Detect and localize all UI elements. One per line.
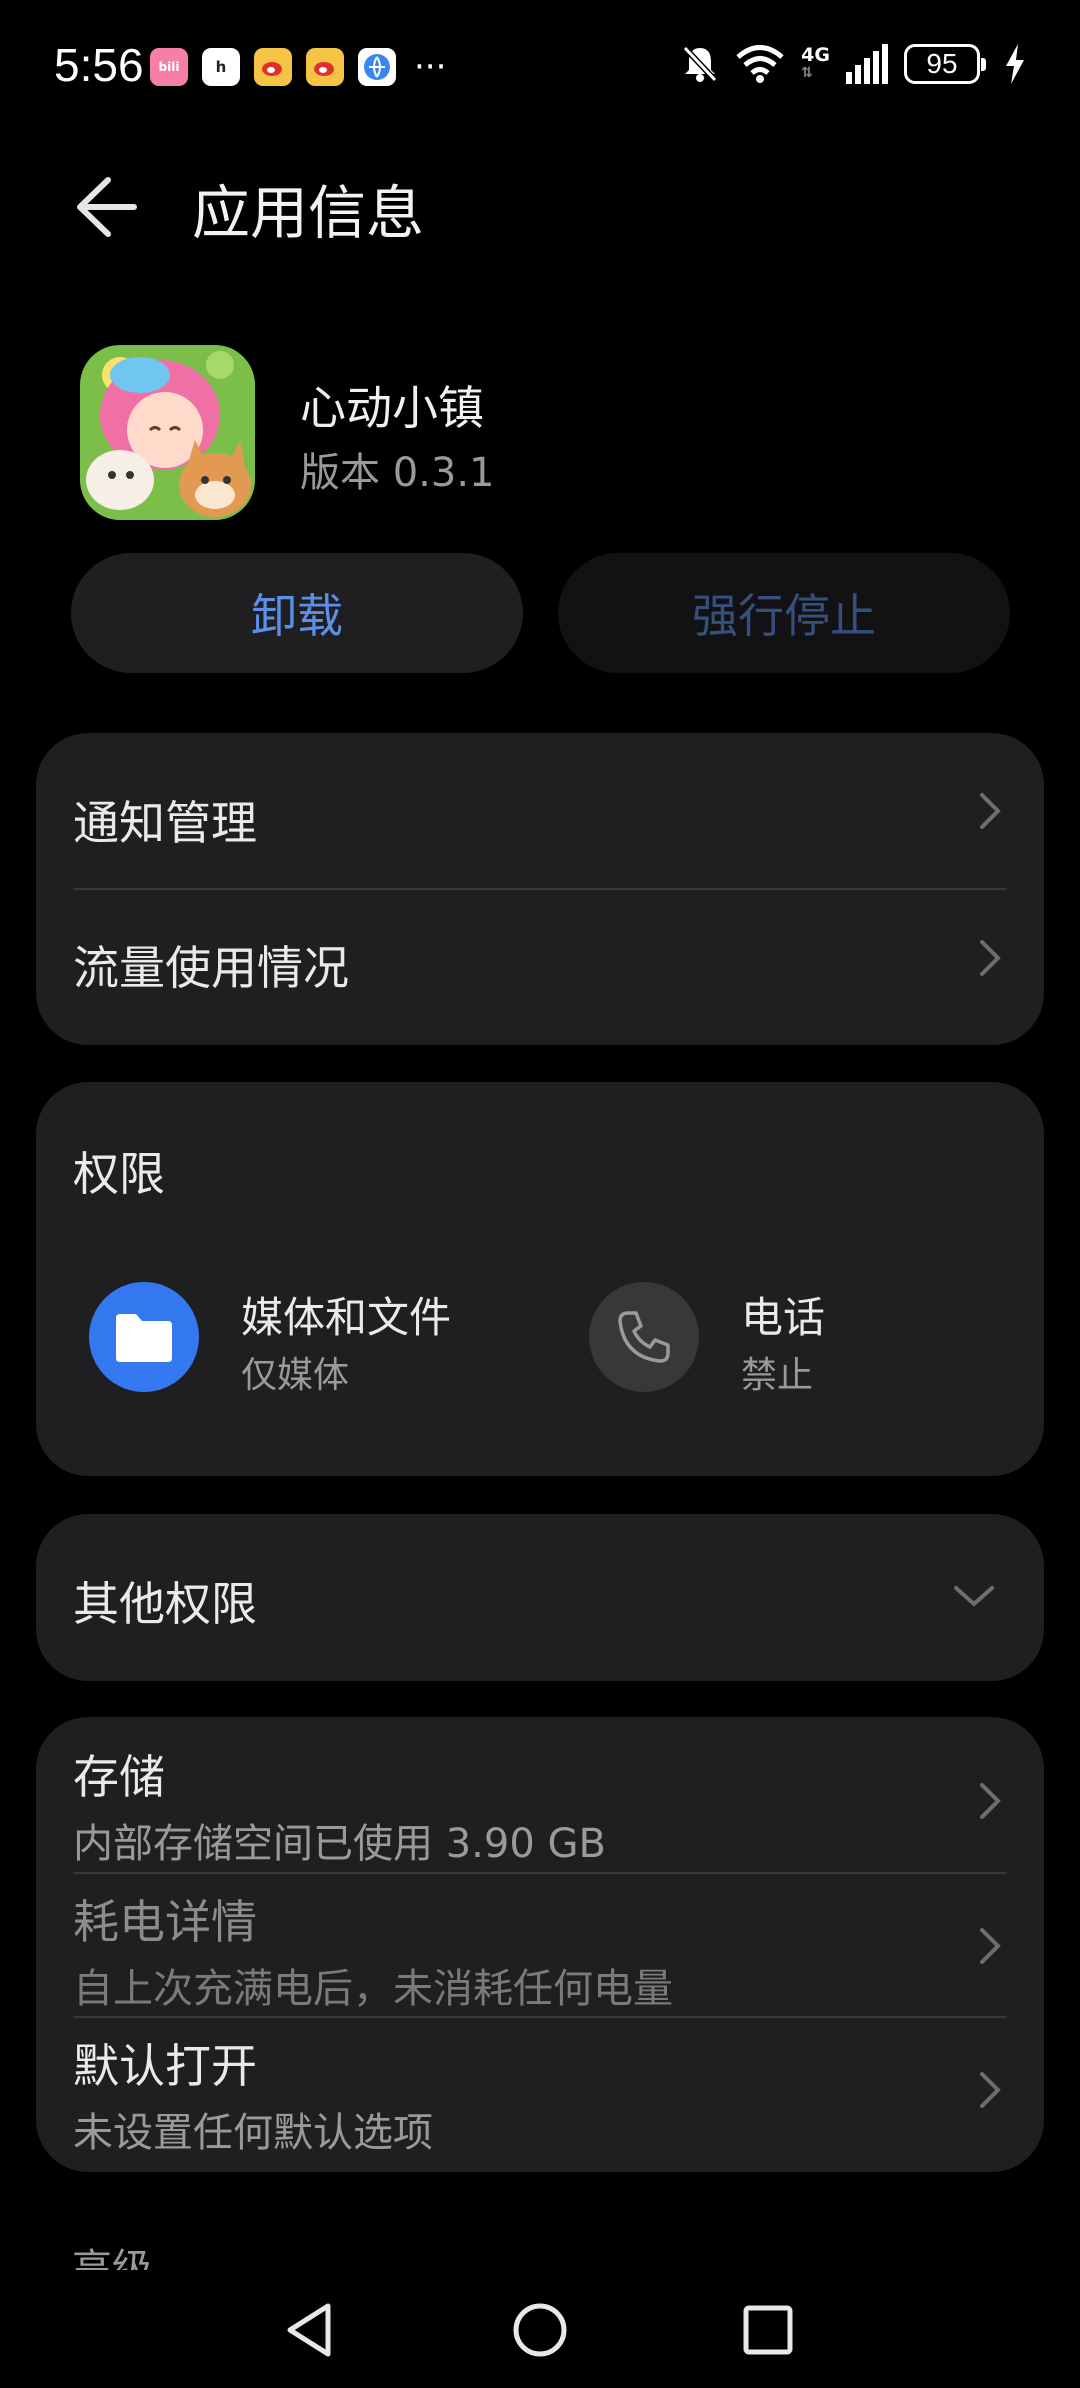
battery-indicator: 95 (904, 44, 986, 84)
uninstall-button[interactable]: 卸载 (71, 553, 523, 673)
notification-icons: bili h ··· (150, 48, 446, 86)
app-version: 版本 0.3.1 (300, 450, 495, 496)
network-label: 4G (801, 44, 830, 66)
notification-management-label: 通知管理 (73, 796, 257, 850)
permission-phone-name: 电话 (741, 1293, 826, 1342)
chevron-right-icon (980, 940, 1001, 976)
data-usage-row[interactable]: 流量使用情况 (36, 890, 1044, 1045)
back-arrow-icon (77, 177, 137, 237)
permission-media-status: 仅媒体 (241, 1355, 350, 1396)
permission-phone-status: 禁止 (741, 1355, 814, 1396)
weibo-icon (254, 48, 292, 86)
battery-details-row[interactable]: 耗电详情 自上次充满电后，未消耗任何电量 (36, 1874, 1044, 2017)
storage-row[interactable]: 存储 内部存储空间已使用 3.90 GB (36, 1717, 1044, 1872)
permissions-title: 权限 (73, 1147, 165, 1201)
details-card: 存储 内部存储空间已使用 3.90 GB 耗电详情 自上次充满电后，未消耗任何电… (36, 1717, 1044, 2172)
phone-icon (589, 1282, 699, 1392)
permission-media-name: 媒体和文件 (241, 1293, 452, 1342)
wifi-icon (736, 45, 784, 83)
permission-phone[interactable]: 电话 禁止 (589, 1282, 1009, 1396)
navigation-bar (0, 2270, 1080, 2388)
notification-management-row[interactable]: 通知管理 (36, 733, 1044, 889)
nav-home-icon (513, 2303, 567, 2357)
default-open-title: 默认打开 (73, 2039, 257, 2093)
network-arrows-icon: ⇅ (801, 65, 813, 81)
default-open-desc: 未设置任何默认选项 (73, 2110, 433, 2156)
other-permissions-row[interactable]: 其他权限 (36, 1514, 1044, 1681)
permissions-card: 权限 媒体和文件 仅媒体 电话 禁止 (36, 1082, 1044, 1476)
charging-icon (1006, 44, 1024, 84)
nav-recents-button[interactable] (728, 2290, 808, 2370)
app-name: 心动小镇 (300, 381, 484, 435)
permission-media-files[interactable]: 媒体和文件 仅媒体 (89, 1282, 539, 1396)
other-permissions-label: 其他权限 (73, 1577, 257, 1631)
app-icon (80, 345, 255, 520)
notification-data-card: 通知管理 流量使用情况 (36, 733, 1044, 1045)
status-bar: 5:56 bili h ··· 4G ⇅ 95 (0, 0, 1080, 130)
bell-muted-icon (682, 45, 718, 83)
status-right: 4G ⇅ 95 (681, 44, 1026, 84)
chevron-right-icon (980, 1928, 1001, 1964)
hello-app-icon: h (202, 48, 240, 86)
more-notifications-icon: ··· (414, 47, 447, 87)
status-time: 5:56 (54, 39, 144, 91)
nav-back-button[interactable] (270, 2290, 350, 2370)
nav-back-icon (287, 2303, 331, 2357)
bilibili-icon: bili (150, 48, 188, 86)
battery-details-desc: 自上次充满电后，未消耗任何电量 (73, 1966, 673, 2012)
battery-details-title: 耗电详情 (73, 1895, 257, 1949)
data-usage-label: 流量使用情况 (73, 941, 349, 995)
signal-icon (846, 44, 888, 84)
default-open-row[interactable]: 默认打开 未设置任何默认选项 (36, 2018, 1044, 2172)
nav-recents-icon (743, 2305, 793, 2355)
nav-home-button[interactable] (500, 2290, 580, 2370)
folder-icon (89, 1282, 199, 1392)
back-button[interactable] (68, 168, 148, 248)
browser-icon (358, 48, 396, 86)
chevron-right-icon (980, 1783, 1001, 1819)
chevron-right-icon (980, 793, 1001, 829)
chevron-down-icon (954, 1586, 994, 1607)
page-title: 应用信息 (192, 179, 425, 247)
chevron-right-icon (980, 2072, 1001, 2108)
network-indicator: 4G ⇅ (801, 46, 830, 82)
weibo-icon-2 (306, 48, 344, 86)
storage-title: 存储 (73, 1750, 165, 1804)
storage-desc: 内部存储空间已使用 3.90 GB (73, 1821, 606, 1867)
force-stop-button[interactable]: 强行停止 (558, 553, 1010, 673)
